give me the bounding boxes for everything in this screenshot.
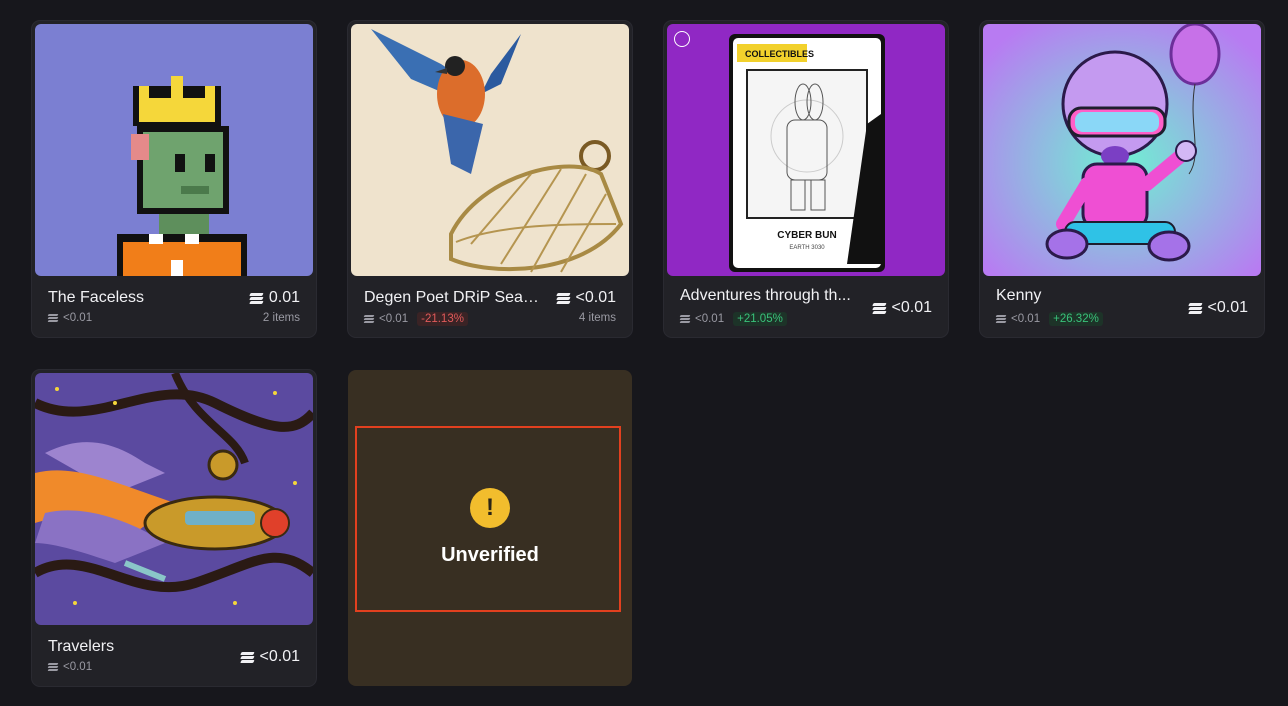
solana-icon [995, 315, 1007, 323]
bird-and-cage-image [351, 24, 629, 276]
floor-price: <0.01 +26.32% [995, 312, 1103, 326]
collection-card[interactable]: Kenny <0.01 +26.32% <0.01 [980, 21, 1264, 337]
collection-name[interactable]: Travelers [48, 638, 226, 656]
collection-price: <0.01 [239, 648, 300, 666]
collection-image[interactable] [35, 373, 313, 625]
collection-image[interactable]: COLLECTIBLES CYBER BUN EARTH 3030 [667, 24, 945, 276]
collection-price: <0.01 [871, 299, 932, 317]
collection-card[interactable]: The Faceless <0.01 0.01 2 items [32, 21, 316, 337]
kenny-character-image [983, 24, 1261, 276]
collection-image[interactable] [351, 24, 629, 276]
collection-image[interactable] [983, 24, 1261, 276]
solana-icon [1187, 302, 1203, 314]
solana-icon [47, 314, 59, 322]
collection-price: <0.01 [1187, 299, 1248, 317]
cyber-bun-card-image: COLLECTIBLES CYBER BUN EARTH 3030 [667, 24, 945, 276]
collection-card[interactable]: Travelers <0.01 <0.01 [32, 370, 316, 686]
pixel-character-image [35, 24, 313, 276]
price-change-badge: +21.05% [733, 312, 787, 326]
collection-price: <0.01 [555, 289, 616, 307]
solana-icon [249, 292, 264, 304]
unverified-label: Unverified [441, 544, 539, 566]
collection-price: 0.01 [249, 289, 300, 307]
floor-price: <0.01 +21.05% [679, 312, 787, 326]
floor-price: <0.01 [47, 661, 92, 673]
collection-card[interactable]: COLLECTIBLES CYBER BUN EARTH 3030 Advent… [664, 21, 948, 337]
solana-icon [47, 663, 59, 671]
price-change-badge: +26.32% [1049, 312, 1103, 326]
select-checkbox[interactable] [674, 31, 690, 47]
card-title-text: CYBER BUN [777, 230, 836, 241]
solana-icon [239, 651, 255, 663]
card-header-text: COLLECTIBLES [745, 49, 814, 59]
unverified-collection-card[interactable]: ! Unverified [348, 370, 632, 686]
exclamation-icon: ! [470, 488, 510, 528]
floor-price: <0.01 -21.13% [363, 312, 468, 326]
item-count: 4 items [578, 312, 616, 324]
solana-icon [679, 315, 691, 323]
collection-name[interactable]: Degen Poet DRiP Seas... [364, 289, 542, 307]
collection-image[interactable] [35, 24, 313, 276]
space-travelers-image [35, 373, 313, 625]
solana-icon [871, 302, 887, 314]
solana-icon [363, 315, 375, 323]
card-subtitle-text: EARTH 3030 [789, 245, 825, 251]
collection-name[interactable]: Kenny [996, 287, 1174, 305]
collection-card[interactable]: Degen Poet DRiP Seas... <0.01 -21.13% <0… [348, 21, 632, 337]
floor-price: <0.01 [47, 312, 92, 324]
price-change-badge: -21.13% [417, 312, 468, 326]
collection-name[interactable]: Adventures through th... [680, 287, 858, 305]
collection-name[interactable]: The Faceless [48, 289, 226, 307]
solana-icon [555, 292, 571, 304]
item-count: 2 items [262, 312, 300, 324]
